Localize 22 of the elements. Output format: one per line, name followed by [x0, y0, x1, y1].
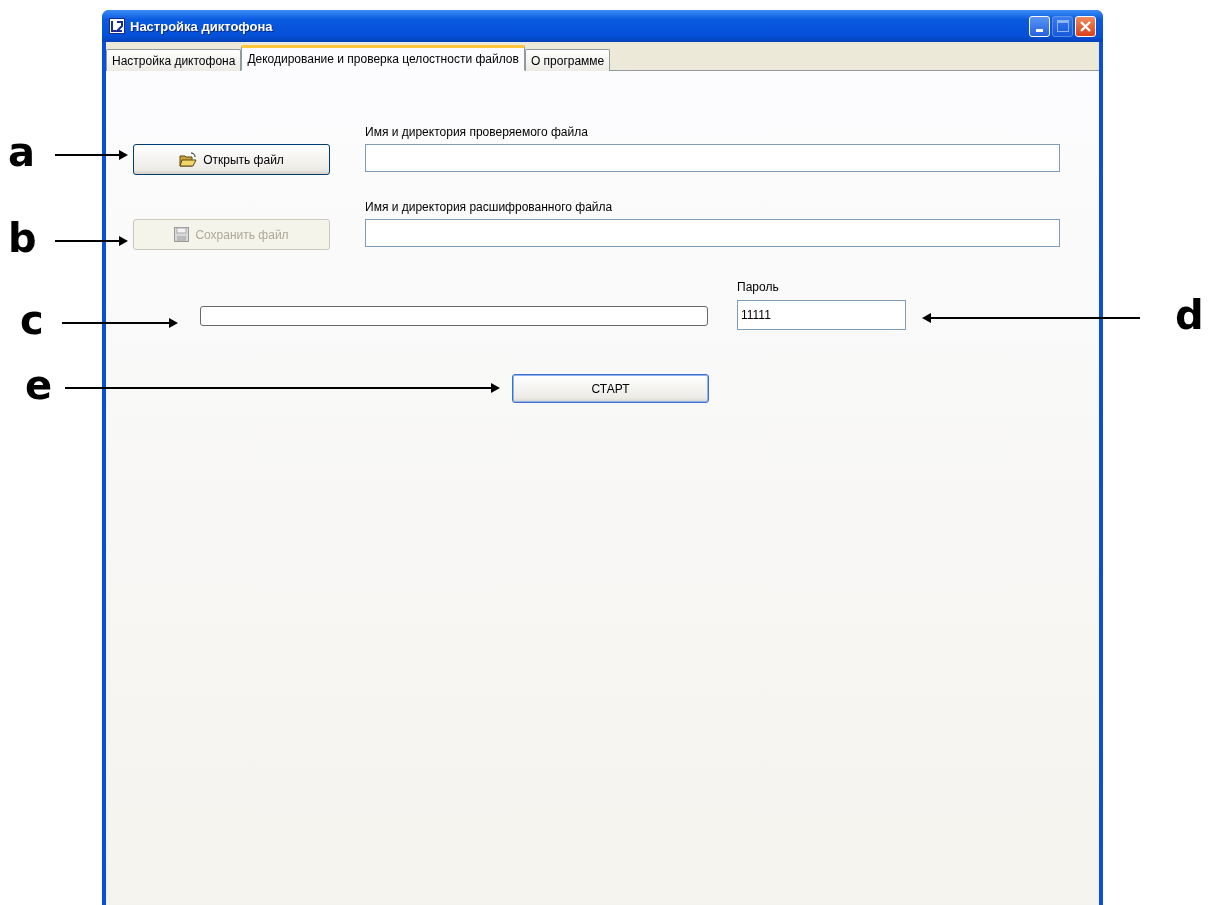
callout-letter: a [8, 132, 35, 172]
file-path-field[interactable] [365, 144, 1060, 172]
folder-icon [179, 151, 198, 168]
callout-letter: d [1175, 295, 1204, 335]
tab[interactable]: О программе [524, 49, 611, 71]
open-file-button[interactable]: Открыть файл [133, 144, 330, 175]
tab[interactable]: Декодирование и проверка целостности файлов [241, 45, 525, 71]
window-title: Настройка диктофона [130, 18, 273, 34]
field-label: Имя и директория расшифрованного файла [365, 200, 614, 214]
minimize-button[interactable] [1029, 15, 1050, 37]
field-label: Имя и директория проверяемого файла [365, 125, 589, 139]
password-field[interactable]: 11111 [737, 300, 906, 330]
start-button[interactable]: СТАРТ [512, 374, 709, 403]
callout-letter: c [20, 300, 44, 340]
tab[interactable]: Настройка диктофона [106, 49, 242, 71]
callout-letter: b [8, 218, 37, 258]
app-icon [109, 18, 125, 34]
close-icon [1079, 19, 1092, 33]
password-label: Пароль [737, 280, 780, 294]
file-path-field[interactable] [365, 219, 1060, 247]
callout-letter: e [25, 365, 53, 405]
close-button[interactable] [1075, 15, 1096, 37]
